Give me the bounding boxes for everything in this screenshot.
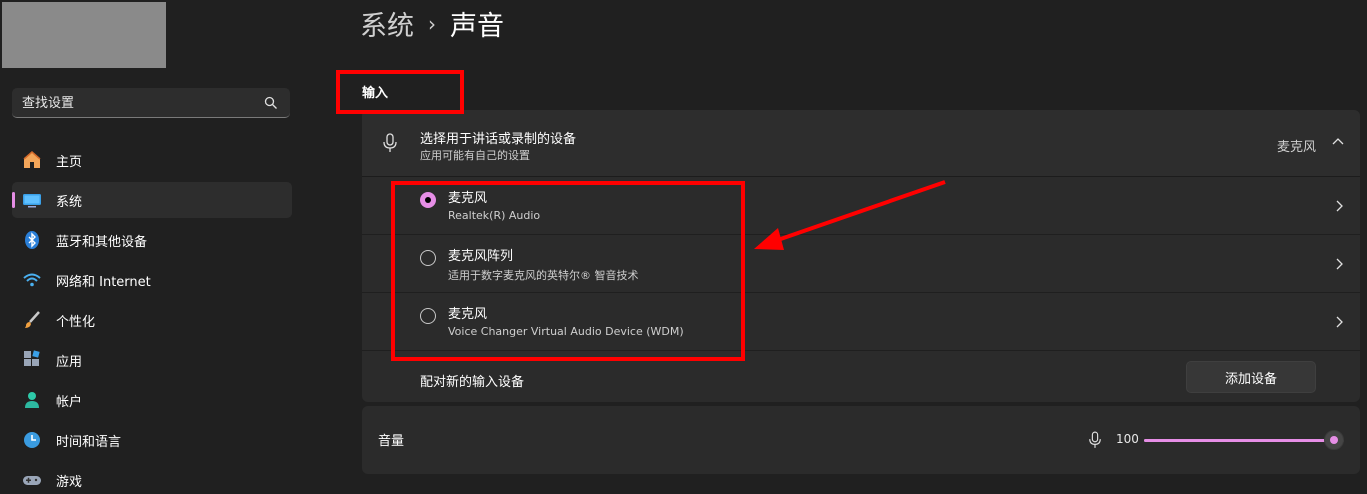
slider-thumb[interactable] [1324, 430, 1344, 450]
search-box[interactable] [12, 88, 290, 118]
wifi-icon [22, 270, 42, 290]
sidebar-item-label: 蓝牙和其他设备 [56, 234, 148, 250]
volume-label: 音量 [378, 434, 405, 449]
sidebar-item-home[interactable]: 主页 [12, 142, 292, 178]
chevron-right-icon[interactable] [1334, 257, 1344, 271]
gaming-icon [22, 470, 42, 490]
sidebar-item-apps[interactable]: 应用 [12, 342, 292, 378]
time-language-icon [22, 430, 42, 450]
sidebar-item-system[interactable]: 系统 [12, 182, 292, 218]
pair-device-label: 配对新的输入设备 [420, 375, 525, 390]
volume-slider[interactable] [1144, 430, 1344, 450]
input-device-subtitle: 应用可能有自己的设置 [420, 149, 530, 162]
system-icon [22, 190, 42, 210]
selected-input-device: 麦克风 [1276, 140, 1316, 155]
pair-new-device-row: 配对新的输入设备 添加设备 [362, 360, 1360, 402]
sidebar-item-label: 个性化 [56, 314, 96, 330]
sidebar-item-gaming[interactable]: 游戏 [12, 462, 292, 494]
search-icon[interactable] [264, 96, 278, 110]
sidebar-item-label: 游戏 [56, 474, 83, 490]
input-device-expander[interactable]: 选择用于讲话或录制的设备 应用可能有自己的设置 麦克风 [362, 110, 1360, 177]
sidebar-item-label: 主页 [56, 154, 83, 170]
slider-fill [1144, 439, 1334, 442]
apps-icon [22, 350, 42, 370]
chevron-right-icon[interactable] [1334, 315, 1344, 329]
sidebar-item-label: 帐户 [56, 394, 83, 410]
bluetooth-icon [22, 230, 42, 250]
breadcrumb: 系统 › 声音 [360, 4, 504, 43]
brush-icon [22, 310, 42, 330]
sidebar-nav: 主页 系统 蓝牙和其他设备 网络和 Internet 个性化 应用 帐户 时间和… [12, 142, 292, 494]
annotation-box-devices [391, 181, 745, 361]
sidebar-item-label: 时间和语言 [56, 434, 122, 450]
annotation-box-input-title [336, 70, 464, 114]
avatar[interactable] [2, 2, 166, 68]
sidebar-item-bluetooth[interactable]: 蓝牙和其他设备 [12, 222, 292, 258]
add-device-button[interactable]: 添加设备 [1186, 361, 1316, 393]
chevron-up-icon[interactable] [1332, 136, 1344, 148]
sidebar-item-label: 应用 [56, 354, 83, 370]
sidebar-item-time-language[interactable]: 时间和语言 [12, 422, 292, 458]
microphone-icon [383, 133, 397, 152]
volume-card: 音量 100 [362, 406, 1360, 474]
chevron-right-icon[interactable] [1334, 199, 1344, 213]
sidebar-item-personalization[interactable]: 个性化 [12, 302, 292, 338]
sidebar-item-network[interactable]: 网络和 Internet [12, 262, 292, 298]
annotation-arrow [754, 180, 946, 250]
search-input[interactable] [22, 92, 252, 114]
sidebar-item-accounts[interactable]: 帐户 [12, 382, 292, 418]
page-title: 声音 [450, 11, 504, 42]
sidebar-item-label: 网络和 Internet [56, 274, 151, 290]
breadcrumb-parent[interactable]: 系统 [360, 4, 414, 43]
account-icon [22, 390, 42, 410]
volume-value: 100 [1116, 432, 1139, 446]
settings-window: 主页 系统 蓝牙和其他设备 网络和 Internet 个性化 [0, 0, 1367, 494]
breadcrumb-separator: › [428, 11, 436, 36]
home-icon [22, 150, 42, 170]
input-device-title: 选择用于讲话或录制的设备 [420, 132, 577, 147]
microphone-icon[interactable] [1088, 430, 1102, 450]
sidebar-item-label: 系统 [56, 194, 83, 210]
